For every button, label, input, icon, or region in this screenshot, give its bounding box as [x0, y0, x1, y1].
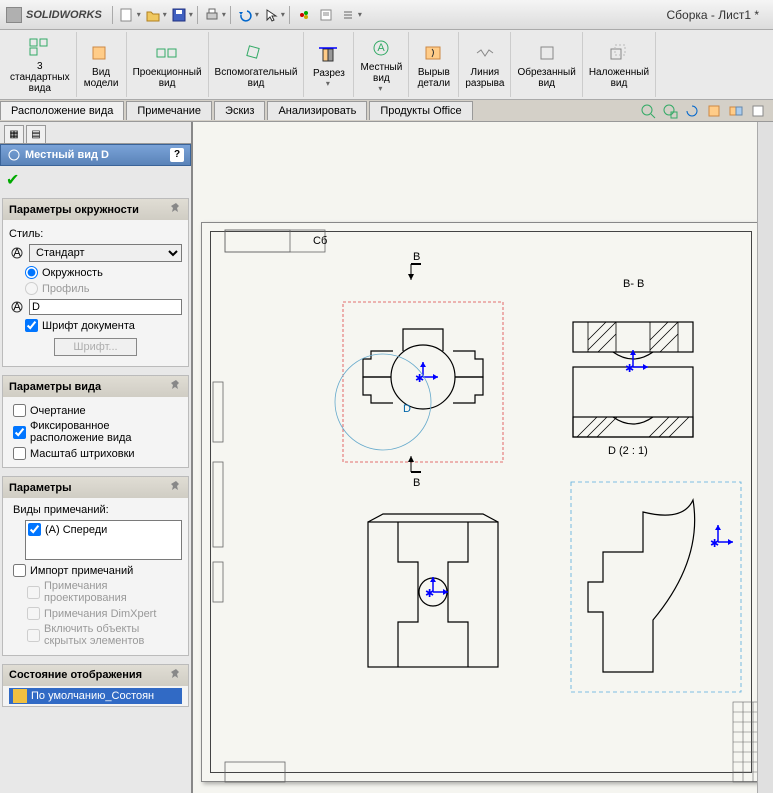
panel-title: Местный вид D: [25, 149, 109, 161]
style-icon: A: [9, 245, 25, 261]
check-front-view[interactable]: [28, 523, 41, 536]
check-hatch-scale[interactable]: [13, 447, 26, 460]
display-state-icon: [13, 689, 27, 703]
ribbon-3-standard-views[interactable]: 3 стандартных вида: [4, 32, 77, 97]
detail-view-icon: [7, 148, 21, 162]
view-label-d: D (2 : 1): [608, 445, 648, 457]
property-panel-header: Местный вид D ?: [0, 144, 191, 166]
quick-access-toolbar: ▾ ▾ ▾ ▾ ▾ ▾ ▾: [110, 5, 362, 25]
check-doc-font[interactable]: [25, 319, 38, 332]
help-button[interactable]: ?: [170, 148, 184, 162]
svg-text:A: A: [13, 301, 21, 313]
undo-button[interactable]: [235, 5, 255, 25]
section-arrow-b-bot: B: [408, 456, 421, 489]
part-detail-d: [588, 500, 695, 672]
view-label-bb: B- B: [623, 278, 644, 290]
svg-text:B: B: [413, 477, 420, 489]
pin-icon[interactable]: [170, 202, 182, 217]
ribbon-projected-view[interactable]: Проекционный вид: [127, 32, 209, 97]
new-button[interactable]: [117, 5, 137, 25]
check-import-annot[interactable]: [13, 564, 26, 577]
panel-tab-feature-tree[interactable]: ▦: [4, 125, 24, 143]
svg-text:✱: ✱: [625, 363, 634, 375]
vertical-scrollbar[interactable]: [757, 122, 773, 793]
panel-tab-property[interactable]: ▤: [26, 125, 46, 143]
pin-icon[interactable]: [170, 668, 182, 683]
annotation-views-list[interactable]: (A) Спереди: [25, 520, 182, 560]
display-style-icon[interactable]: [705, 102, 723, 120]
ribbon-auxiliary-view[interactable]: Вспомогательный вид: [209, 32, 305, 97]
section-view-params[interactable]: Параметры вида: [3, 376, 188, 397]
style-select[interactable]: Стандарт: [29, 244, 182, 262]
app-name: SOLIDWORKS: [26, 9, 102, 21]
origin-marker-4: ✱: [425, 577, 448, 600]
display-state-item[interactable]: По умолчанию_Состоян: [9, 688, 182, 704]
style-label: Стиль:: [9, 228, 43, 240]
annotation-views-label: Виды примечаний:: [13, 504, 182, 516]
ribbon-alternate-position[interactable]: Наложенный вид: [583, 32, 656, 97]
rotate-icon[interactable]: [683, 102, 701, 120]
check-design-annot[interactable]: [27, 586, 40, 599]
select-button[interactable]: [261, 5, 281, 25]
tab-view-layout[interactable]: Расположение вида: [0, 101, 124, 120]
detail-name-input[interactable]: [29, 299, 182, 315]
pin-icon[interactable]: [170, 379, 182, 394]
drawing-canvas[interactable]: Сб B B: [192, 122, 773, 793]
ribbon-detail-view[interactable]: A Местный вид ▾: [354, 32, 409, 97]
svg-text:✱: ✱: [710, 538, 719, 550]
origin-marker-2: ✱: [625, 350, 648, 375]
title-block-text: Сб: [313, 235, 327, 247]
tab-annotation[interactable]: Примечание: [126, 101, 212, 120]
apply-scene-icon[interactable]: [749, 102, 767, 120]
list-button[interactable]: [338, 5, 358, 25]
app-logo: SOLIDWORKS: [6, 7, 102, 23]
detail-label: D: [403, 403, 411, 415]
pin-icon[interactable]: [170, 480, 182, 495]
tab-evaluate[interactable]: Анализировать: [267, 101, 367, 120]
tab-office[interactable]: Продукты Office: [369, 101, 472, 120]
origin-marker-3: ✱: [710, 525, 733, 550]
ribbon-model-view[interactable]: Вид модели: [77, 32, 127, 97]
zoom-area-icon[interactable]: [661, 102, 679, 120]
check-hidden-obj[interactable]: [27, 629, 40, 642]
hide-show-icon[interactable]: [727, 102, 745, 120]
zoom-fit-icon[interactable]: [639, 102, 657, 120]
open-button[interactable]: [143, 5, 163, 25]
radio-circle[interactable]: [25, 266, 38, 279]
rebuild-button[interactable]: [294, 5, 314, 25]
detail-view-bbox: [571, 482, 741, 692]
section-circle-params[interactable]: Параметры окружности: [3, 199, 188, 220]
svg-text:✱: ✱: [425, 588, 434, 600]
ribbon-section[interactable]: Разрез ▾: [304, 32, 354, 97]
font-button[interactable]: Шрифт...: [54, 338, 136, 356]
save-button[interactable]: [169, 5, 189, 25]
check-dimxpert[interactable]: [27, 607, 40, 620]
check-fixed-pos[interactable]: [13, 426, 26, 439]
section-params[interactable]: Параметры: [3, 477, 188, 498]
ribbon-crop-view[interactable]: Обрезанный вид: [511, 32, 582, 97]
svg-text:A: A: [378, 42, 386, 54]
radio-profile[interactable]: [25, 282, 38, 295]
tab-sketch[interactable]: Эскиз: [214, 101, 265, 120]
ok-button[interactable]: ✔: [6, 172, 19, 189]
options-button[interactable]: [316, 5, 336, 25]
section-arrow-b-top: B: [408, 251, 421, 280]
app-cube-icon: [6, 7, 22, 23]
svg-text:B: B: [413, 251, 420, 263]
print-button[interactable]: [202, 5, 222, 25]
ribbon-break-line[interactable]: Линия разрыва: [459, 32, 511, 97]
name-icon: A: [9, 299, 25, 315]
section-display-state[interactable]: Состояние отображения: [3, 665, 188, 686]
ribbon-broken-out[interactable]: Вырыв детали: [409, 32, 459, 97]
svg-text:A: A: [13, 247, 21, 259]
document-title: Сборка - Лист1 *: [667, 8, 760, 22]
check-outline[interactable]: [13, 404, 26, 417]
detail-circle: [335, 354, 431, 450]
part-section-bb: [573, 322, 693, 437]
